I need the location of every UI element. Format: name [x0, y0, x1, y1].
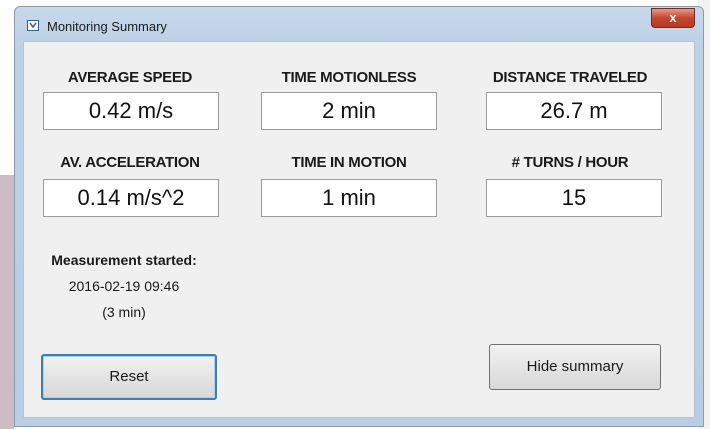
turns-per-hour-label: # TURNS / HOUR — [511, 154, 629, 171]
summary-panel: AVERAGE SPEED 0.42 m/s TIME MOTIONLESS 2… — [23, 41, 695, 418]
av-acceleration-value: 0.14 m/s^2 — [43, 179, 219, 217]
average-speed-label: AVERAGE SPEED — [67, 69, 193, 86]
background-strip-left — [0, 175, 14, 429]
average-speed-value: 0.42 m/s — [43, 92, 219, 130]
monitoring-summary-window: Monitoring Summary x AVERAGE SPEED 0.42 … — [14, 6, 704, 427]
time-motionless-label: TIME MOTIONLESS — [281, 69, 417, 86]
time-in-motion-label: TIME IN MOTION — [291, 154, 407, 171]
title-bar[interactable]: Monitoring Summary x — [15, 7, 703, 41]
time-motionless-value: 2 min — [261, 92, 437, 130]
time-in-motion-value: 1 min — [261, 179, 437, 217]
distance-traveled-label: DISTANCE TRAVELED — [492, 69, 648, 86]
av-acceleration-label: AV. ACCELERATION — [60, 154, 200, 171]
distance-traveled-value: 26.7 m — [486, 92, 662, 130]
measurement-started-heading: Measurement started: — [51, 252, 197, 268]
window-title: Monitoring Summary — [47, 19, 167, 34]
measurement-duration: (3 min) — [102, 304, 146, 320]
hide-summary-button[interactable]: Hide summary — [489, 344, 661, 390]
reset-button[interactable]: Reset — [41, 354, 217, 400]
close-button[interactable]: x — [651, 8, 695, 28]
measurement-started-datetime: 2016-02-19 09:46 — [68, 278, 180, 294]
turns-per-hour-value: 15 — [486, 179, 662, 217]
app-icon[interactable] — [27, 20, 39, 31]
close-icon: x — [669, 10, 677, 25]
